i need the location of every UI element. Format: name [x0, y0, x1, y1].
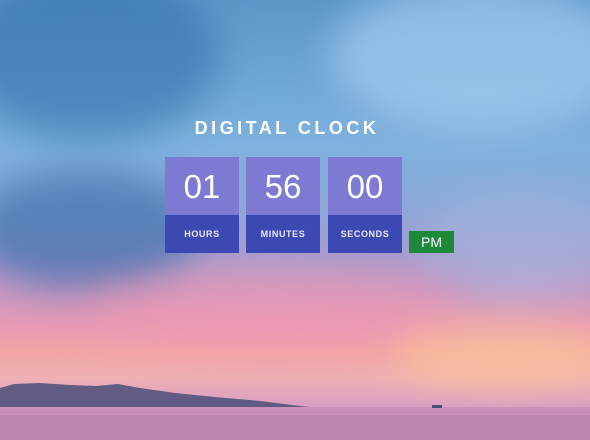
clock-title: DIGITAL CLOCK [194, 118, 380, 138]
minutes-unit: 56 MINUTES [246, 157, 320, 253]
minutes-label: MINUTES [246, 215, 320, 253]
hours-unit: 01 HOURS [165, 157, 239, 253]
hours-value: 01 [165, 157, 239, 215]
seconds-label: SECONDS [328, 215, 402, 253]
seconds-value: 00 [328, 157, 402, 215]
hours-label: HOURS [165, 215, 239, 253]
digital-clock-widget: DIGITAL CLOCK 01 HOURS 56 MINUTES 00 SEC… [0, 0, 590, 440]
minutes-value: 56 [246, 157, 320, 215]
am-pm-badge: PM [409, 231, 454, 253]
seconds-unit: 00 SECONDS [328, 157, 402, 253]
